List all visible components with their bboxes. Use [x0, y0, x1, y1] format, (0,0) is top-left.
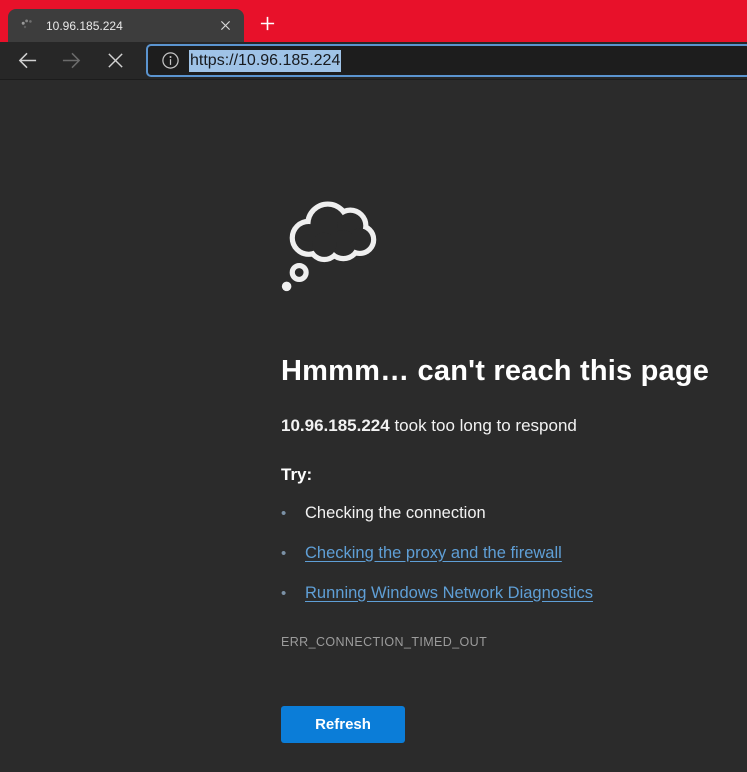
- error-code: ERR_CONNECTION_TIMED_OUT: [281, 635, 731, 649]
- stop-button[interactable]: [98, 45, 132, 77]
- tab-close-icon[interactable]: [214, 15, 236, 37]
- loading-spinner-icon: [20, 18, 36, 34]
- error-host: 10.96.185.224: [281, 416, 390, 435]
- suggestion-item: • Checking the proxy and the firewall: [281, 533, 731, 573]
- error-title: Hmmm… can't reach this page: [281, 355, 731, 388]
- plus-icon: [259, 15, 276, 32]
- browser-window: 10.96.185.224: [0, 0, 747, 772]
- suggestion-check-connection: Checking the connection: [305, 504, 486, 523]
- bullet-icon: •: [281, 545, 305, 562]
- suggestion-item: • Running Windows Network Diagnostics: [281, 573, 731, 613]
- refresh-button[interactable]: Refresh: [281, 706, 405, 743]
- bullet-icon: •: [281, 505, 305, 522]
- error-message: 10.96.185.224 took too long to respond: [281, 416, 731, 436]
- info-circle-icon: [161, 51, 180, 70]
- navigation-toolbar: https://10.96.185.224: [0, 42, 747, 80]
- error-page: Hmmm… can't reach this page 10.96.185.22…: [0, 80, 747, 772]
- tab-bar: 10.96.185.224: [0, 0, 747, 42]
- forward-button[interactable]: [54, 45, 88, 77]
- error-content: Hmmm… can't reach this page 10.96.185.22…: [281, 198, 731, 743]
- link-check-proxy-firewall[interactable]: Checking the proxy and the firewall: [305, 544, 562, 563]
- thought-cloud-icon: [281, 198, 731, 295]
- arrow-left-icon: [17, 50, 38, 71]
- suggestion-item: • Checking the connection: [281, 493, 731, 533]
- browser-tab[interactable]: 10.96.185.224: [8, 9, 244, 42]
- suggestion-list: • Checking the connection • Checking the…: [281, 493, 731, 613]
- back-button[interactable]: [10, 45, 44, 77]
- stop-x-icon: [106, 51, 125, 70]
- address-bar[interactable]: https://10.96.185.224: [146, 44, 747, 77]
- bullet-icon: •: [281, 585, 305, 602]
- try-heading: Try:: [281, 465, 731, 485]
- arrow-right-icon: [61, 50, 82, 71]
- tab-title: 10.96.185.224: [46, 19, 214, 33]
- error-message-rest: took too long to respond: [390, 416, 577, 435]
- site-info-button[interactable]: [158, 49, 182, 73]
- link-run-network-diagnostics[interactable]: Running Windows Network Diagnostics: [305, 584, 593, 603]
- url-input[interactable]: https://10.96.185.224: [189, 50, 341, 72]
- new-tab-button[interactable]: [252, 8, 282, 38]
